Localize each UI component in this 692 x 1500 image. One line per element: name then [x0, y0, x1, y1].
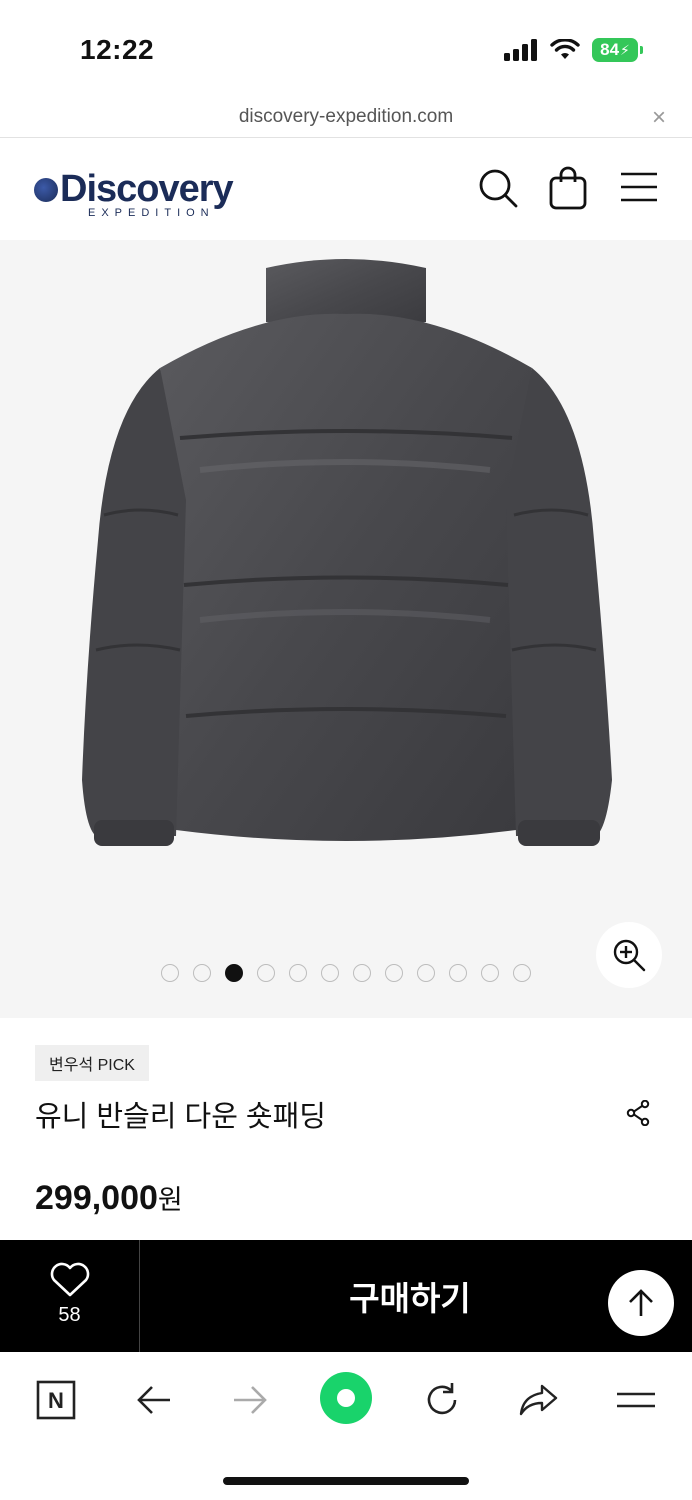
product-jacket-image — [82, 259, 612, 846]
gallery-dot[interactable] — [289, 964, 307, 982]
gallery-pagination — [0, 964, 692, 982]
gallery-dot[interactable] — [449, 964, 467, 982]
menu-icon[interactable] — [612, 1376, 660, 1424]
share-icon[interactable] — [626, 1100, 650, 1126]
gallery-dot[interactable] — [481, 964, 499, 982]
gallery-dot[interactable] — [225, 964, 243, 982]
battery-icon: 84 ⚡ — [592, 38, 643, 62]
search-icon[interactable] — [478, 168, 518, 208]
gallery-dot[interactable] — [417, 964, 435, 982]
product-price: 299,000원 — [35, 1178, 183, 1218]
scroll-top-button[interactable] — [608, 1270, 674, 1336]
site-header: Discovery EXPEDITION — [0, 138, 692, 240]
svg-text:N: N — [48, 1388, 64, 1413]
wifi-icon — [550, 39, 580, 59]
reload-icon[interactable] — [418, 1376, 466, 1424]
gallery-dot[interactable] — [385, 964, 403, 982]
logo-text: Discovery — [60, 168, 234, 210]
forward-arrow-icon[interactable] — [226, 1376, 274, 1424]
arrow-up-icon — [629, 1289, 653, 1316]
shopping-bag-icon[interactable] — [549, 166, 587, 210]
wishlist-button[interactable]: 58 — [0, 1240, 140, 1352]
product-image-gallery[interactable] — [0, 240, 692, 1018]
status-time: 12:22 — [80, 34, 155, 65]
hamburger-menu-icon[interactable] — [620, 172, 658, 202]
price-unit: 원 — [157, 1185, 183, 1215]
browser-url-bar[interactable]: discovery-expedition.com × — [0, 100, 692, 138]
back-arrow-icon[interactable] — [130, 1376, 178, 1424]
gallery-dot[interactable] — [257, 964, 275, 982]
gallery-dot[interactable] — [321, 964, 339, 982]
wishlist-count: 58 — [58, 1304, 81, 1326]
green-dot-icon[interactable] — [318, 1370, 374, 1426]
home-indicator — [223, 1477, 469, 1485]
battery-level: 84 — [600, 40, 620, 59]
heart-icon — [50, 1262, 89, 1297]
gallery-dot[interactable] — [161, 964, 179, 982]
close-icon[interactable]: × — [652, 104, 666, 132]
url-text[interactable]: discovery-expedition.com — [0, 106, 692, 128]
signal-icon — [504, 39, 537, 61]
logo-subtext: EXPEDITION — [88, 207, 215, 219]
globe-icon — [34, 177, 58, 202]
price-value: 299,000 — [35, 1179, 158, 1217]
share-icon[interactable] — [514, 1376, 562, 1424]
gallery-dot[interactable] — [193, 964, 211, 982]
status-icons: 84 ⚡ — [504, 38, 643, 62]
naver-n-icon[interactable]: N — [32, 1376, 80, 1424]
discovery-logo[interactable]: Discovery EXPEDITION — [34, 168, 234, 219]
purchase-bar: 58 구매하기 — [0, 1240, 692, 1352]
gallery-dot[interactable] — [513, 964, 531, 982]
product-badge: 변우석 PICK — [35, 1045, 149, 1081]
gallery-dot[interactable] — [353, 964, 371, 982]
status-bar: 12:22 84 ⚡ — [0, 0, 692, 100]
product-name: 유니 반슬리 다운 숏패딩 — [35, 1101, 326, 1133]
